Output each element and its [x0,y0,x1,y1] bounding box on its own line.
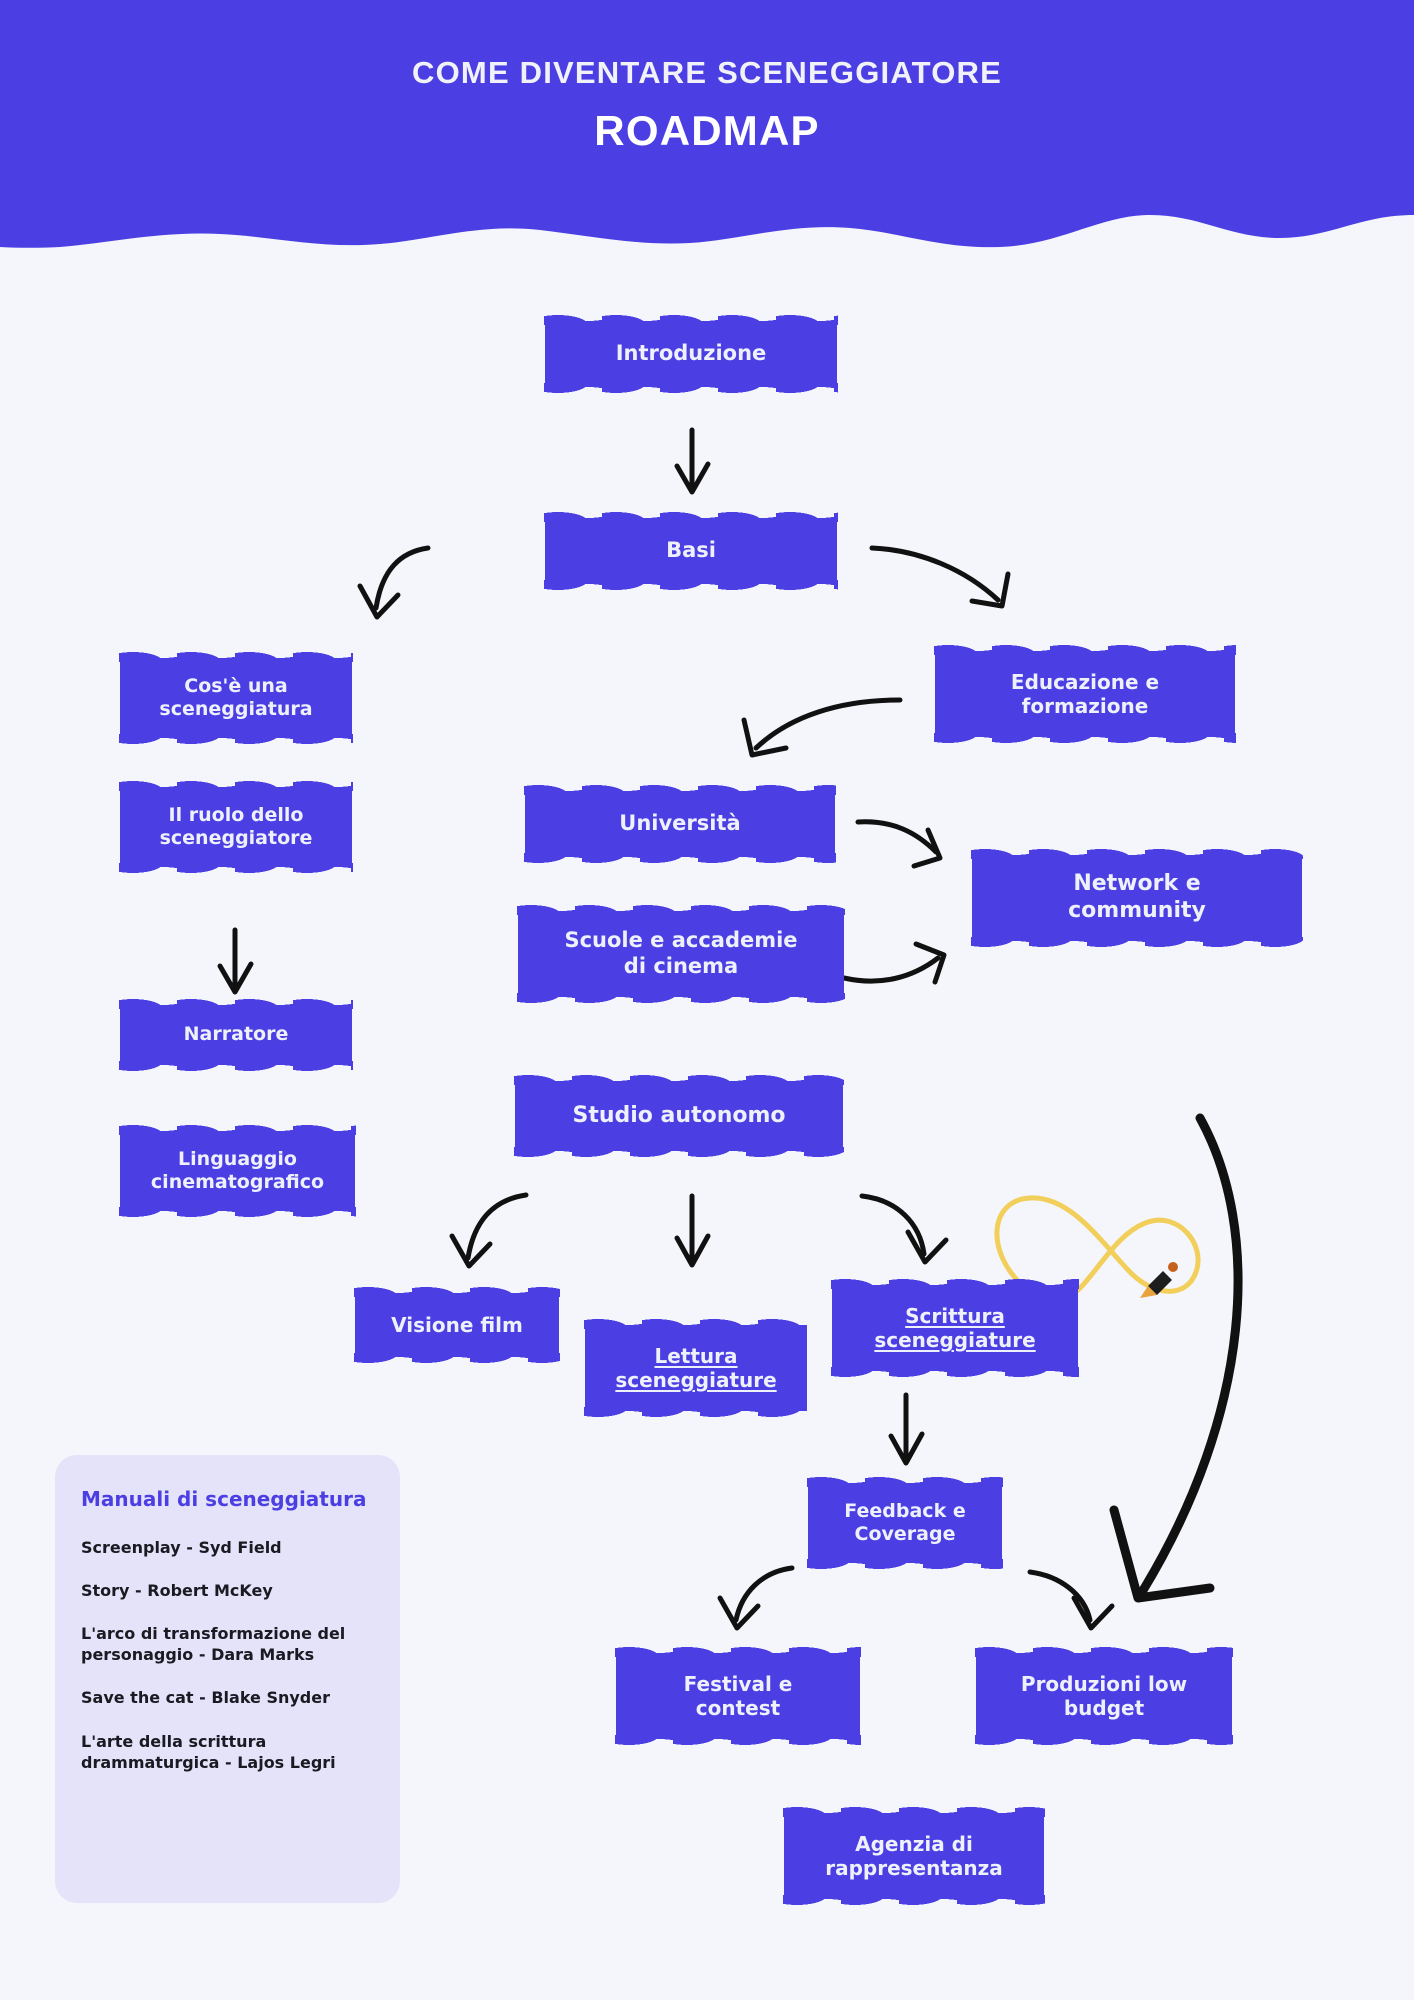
node-narratore[interactable]: Narratore [119,995,353,1075]
arrow-scrittura-to-feedback [888,1392,925,1466]
node-feedback-coverage[interactable]: Feedback e Coverage [807,1473,1003,1573]
node-studio-autonomo[interactable]: Studio autonomo [514,1071,844,1161]
node-lettura-sceneggiature[interactable]: Lettura sceneggiature [584,1315,808,1421]
node-linguaggio-cinematografico[interactable]: Linguaggio cinematografico [119,1121,356,1221]
node-educazione-formazione[interactable]: Educazione e formazione [934,641,1236,747]
arrow-feedback-to-produzioni [1027,1569,1115,1631]
node-label: Cos'è una sceneggiatura [159,674,313,720]
node-visione-film[interactable]: Visione film [354,1283,560,1367]
node-festival-contest[interactable]: Festival e contest [615,1643,861,1749]
arrow-studio-to-lettura [674,1193,711,1268]
node-label: Lettura sceneggiature [615,1343,777,1392]
node-label: Narratore [183,1023,289,1046]
header-band [0,0,1414,250]
node-label: Feedback e Coverage [844,1499,966,1545]
legend-card: Manuali di sceneggiatura Screenplay - Sy… [55,1455,400,1903]
node-scuole-accademie[interactable]: Scuole e accademie di cinema [517,901,845,1007]
arrow-introduzione-to-basi [674,427,711,495]
node-label: Educazione e formazione [1010,669,1160,718]
node-label: Festival e contest [683,1671,793,1720]
node-ruolo-sceneggiatore[interactable]: Il ruolo dello sceneggiatore [119,777,353,877]
arrow-scuole-to-network [841,941,947,985]
arrow-ruolo-to-narratore [217,927,254,995]
node-universita[interactable]: Università [524,781,836,867]
node-label: Scrittura sceneggiature [874,1303,1036,1352]
node-cose-una-sceneggiatura[interactable]: Cos'è una sceneggiatura [119,648,353,748]
node-label: Il ruolo dello sceneggiatore [159,803,313,849]
node-produzioni-low-budget[interactable]: Produzioni low budget [975,1643,1233,1749]
legend-item: Screenplay - Syd Field [81,1538,282,1557]
legend-item: L'arte della scrittura drammaturgica - L… [81,1731,336,1772]
node-agenzia-rappresentanza[interactable]: Agenzia di rappresentanza [783,1803,1045,1909]
node-label: Introduzione [615,341,767,366]
arrow-educazione-to-universita [741,697,903,758]
legend-item: Save the cat - Blake Snyder [81,1688,330,1708]
arrow-basi-to-educazione [869,545,1011,609]
node-label: Basi [666,538,716,563]
arrow-studio-to-scrittura [859,1193,949,1265]
node-network-community[interactable]: Network e community [971,845,1303,951]
node-basi[interactable]: Basi [544,508,838,594]
node-label: Linguaggio cinematografico [150,1147,325,1193]
arrow-feedback-to-festival [717,1565,795,1631]
node-label: Studio autonomo [572,1102,786,1128]
legend-item: L'arco di transformazione del personaggi… [81,1624,346,1665]
node-label: Visione film [391,1312,523,1337]
node-introduzione[interactable]: Introduzione [544,311,838,397]
infographic-canvas: COME DIVENTARE SCENEGGIATORE ROADMAP Int… [0,0,1414,2000]
arrow-basi-to-cose-una-sceneggiatura [357,545,431,620]
node-label: Produzioni low budget [1020,1671,1188,1720]
arrow-universita-to-network [855,819,943,869]
node-label: Agenzia di rappresentanza [825,1831,1003,1880]
legend-title: Manuali di sceneggiatura [81,1487,367,1511]
legend-item: Story - Robert McKey [81,1581,273,1601]
node-label: Network e community [1068,871,1206,923]
node-label: Scuole e accademie di cinema [564,928,798,978]
arrow-long-right-curve [1109,1113,1243,1603]
pencil-icon [1140,1262,1178,1298]
node-scrittura-sceneggiature[interactable]: Scrittura sceneggiature [831,1275,1079,1381]
node-label: Università [619,811,741,836]
arrow-studio-to-visione-film [449,1192,529,1269]
